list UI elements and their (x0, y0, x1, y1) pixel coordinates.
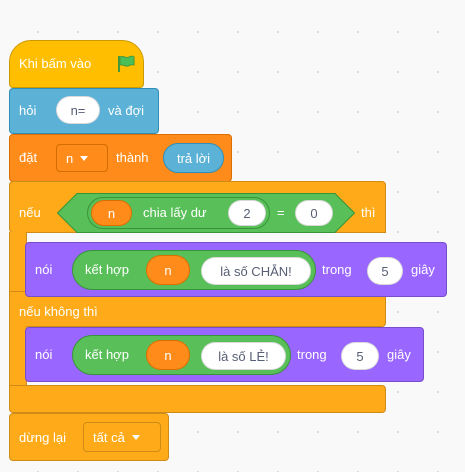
say-label: nói (35, 347, 53, 362)
stop-option-dropdown[interactable]: tất cả (83, 422, 161, 452)
ask-label: hỏi (19, 103, 37, 118)
stop-label: dừng lại (19, 430, 67, 445)
variable-dropdown-value: n (66, 150, 74, 166)
divisor-input[interactable]: 2 (228, 200, 266, 226)
say-label: nói (35, 262, 53, 277)
green-flag-icon (118, 55, 135, 72)
if-else-bottom-bar (9, 385, 386, 413)
chevron-down-icon (80, 155, 89, 161)
seconds-unit-label: giây (411, 262, 435, 277)
seconds-input[interactable]: 5 (341, 342, 379, 370)
join-label: kết hợp (85, 347, 129, 362)
stop-option-value: tất cả (93, 429, 125, 445)
join-label: kết hợp (85, 262, 129, 277)
variable-dropdown[interactable]: n (56, 144, 108, 172)
set-to-label: thành (116, 150, 149, 165)
else-label: nếu không thì (19, 304, 98, 319)
then-label: thì (361, 205, 376, 220)
if-label: nếu (19, 205, 41, 220)
say-for-label: trong (322, 262, 352, 277)
ask-question-input[interactable]: n= (56, 96, 100, 124)
set-label: đặt (19, 150, 38, 165)
variable-n-reporter[interactable]: n (91, 200, 132, 226)
compare-value-input[interactable]: 0 (295, 200, 333, 226)
variable-n-reporter[interactable]: n (146, 340, 190, 370)
variable-n-reporter[interactable]: n (146, 255, 190, 285)
join-text-input[interactable]: là số LẺ! (201, 342, 286, 370)
chevron-down-icon (131, 434, 140, 440)
ask-suffix-label: và đợi (108, 103, 144, 118)
mod-label: chia lấy dư (143, 205, 207, 220)
equals-label: = (277, 205, 285, 220)
seconds-unit-label: giây (387, 347, 411, 362)
say-for-label: trong (297, 347, 327, 362)
when-flag-clicked-label: Khi bấm vào (19, 56, 92, 71)
answer-reporter[interactable]: trả lời (163, 143, 224, 173)
seconds-input[interactable]: 5 (367, 257, 403, 285)
join-text-input[interactable]: là số CHẴN! (201, 257, 311, 285)
